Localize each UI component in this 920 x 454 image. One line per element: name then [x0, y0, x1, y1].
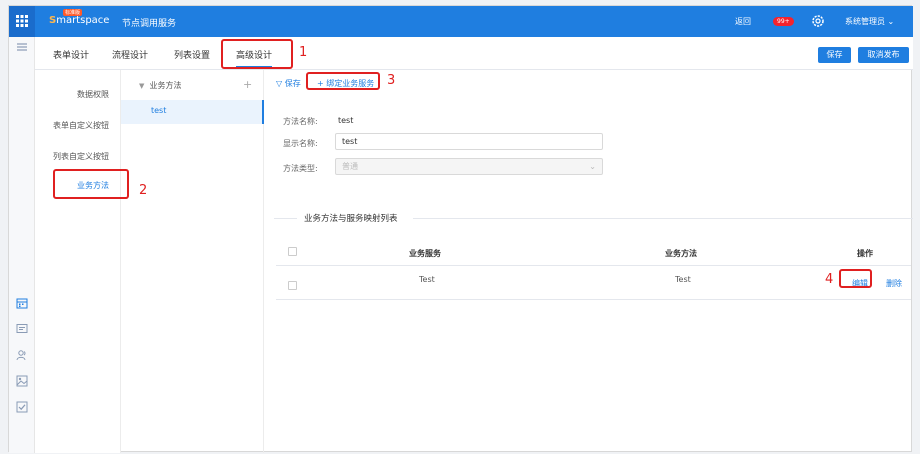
top-bar: Smartspace 标准版 节点调用服务 返回 99+ 系统管理员 ⌄	[9, 6, 913, 37]
message-icon[interactable]	[16, 323, 28, 335]
unpublish-button[interactable]: 取消发布	[858, 47, 909, 63]
row-method-cell: Test	[675, 275, 691, 284]
chevron-down-icon: ⌄	[589, 162, 596, 171]
table-header-divider	[276, 265, 911, 266]
back-link[interactable]: 返回	[735, 16, 751, 27]
method-name-text: test	[151, 106, 167, 115]
filter-icon: ▽	[276, 79, 283, 88]
save-toolbar-button[interactable]: ▽ 保存	[276, 78, 301, 89]
grid-icon	[16, 15, 28, 27]
user-menu[interactable]: 系统管理员 ⌄	[845, 16, 894, 27]
method-type-select: 普通 ⌄	[335, 158, 603, 175]
methods-header-label: 业务方法	[149, 81, 182, 90]
annotation-number-4: 4	[825, 272, 834, 287]
section-divider-left	[274, 218, 297, 219]
advanced-sidebar: 数据权限 表单自定义按钮 列表自定义按钮 业务方法	[35, 70, 121, 453]
notification-badge[interactable]: 99+	[773, 17, 794, 26]
users-icon[interactable]	[16, 349, 28, 361]
column-header-method: 业务方法	[665, 249, 697, 258]
display-name-label: 显示名称:	[283, 139, 318, 148]
tab-list-settings[interactable]: 列表设置	[174, 48, 210, 61]
method-type-label: 方法类型:	[283, 164, 318, 173]
annotation-number-1: 1	[299, 45, 308, 60]
logo: Smartspace 标准版	[49, 9, 110, 26]
method-type-value: 普通	[342, 162, 358, 171]
section-divider-right	[413, 218, 913, 219]
method-name-label: 方法名称:	[283, 117, 318, 126]
menu-icon[interactable]	[16, 41, 28, 53]
app-grid-button[interactable]	[9, 6, 35, 37]
sidebar-item-form-buttons[interactable]: 表单自定义按钮	[35, 120, 121, 131]
delete-link[interactable]: 删除	[886, 278, 902, 289]
column-header-actions: 操作	[857, 249, 873, 258]
save-toolbar-label: 保存	[284, 79, 301, 88]
design-tabs: 表单设计 流程设计 列表设置 高级设计 保存 取消发布	[35, 37, 913, 70]
logo-text: martspace	[56, 15, 110, 26]
display-name-input[interactable]: test	[335, 133, 603, 150]
select-all-checkbox[interactable]	[288, 247, 297, 256]
methods-header[interactable]: ▼ 业务方法	[139, 80, 181, 91]
row-checkbox[interactable]	[288, 281, 297, 290]
method-row-selected[interactable]	[121, 100, 264, 124]
caret-down-icon: ▼	[139, 82, 145, 90]
tab-flow-design[interactable]: 流程设计	[112, 48, 148, 61]
tab-form-design[interactable]: 表单设计	[53, 48, 89, 61]
annotation-number-3: 3	[387, 73, 396, 88]
annotation-box-4	[839, 269, 872, 288]
image-icon[interactable]	[16, 375, 28, 387]
table-row-divider	[276, 299, 911, 300]
calendar-icon[interactable]	[16, 297, 28, 309]
method-name-value: test	[338, 116, 354, 125]
sidebar-item-data-permission[interactable]: 数据权限	[35, 89, 121, 100]
method-detail: ▽ 保存 + 绑定业务服务 方法名称: test 显示名称: test 方法类型…	[264, 70, 913, 453]
add-method-icon[interactable]: +	[243, 78, 252, 91]
save-button[interactable]: 保存	[818, 47, 851, 63]
methods-panel: ▼ 业务方法 + test	[121, 70, 264, 453]
annotation-number-2: 2	[139, 183, 148, 198]
row-service-cell: Test	[419, 275, 435, 284]
gear-icon[interactable]	[811, 14, 825, 28]
mapping-section-title: 业务方法与服务映射列表	[304, 214, 398, 224]
annotation-box-3	[306, 72, 380, 90]
annotation-box-1	[221, 39, 293, 69]
logo-badge: 标准版	[63, 9, 83, 16]
annotation-box-2	[53, 169, 129, 199]
app-window: Smartspace 标准版 节点调用服务 返回 99+ 系统管理员 ⌄ 表单设…	[8, 5, 913, 453]
checkbox-icon[interactable]	[16, 401, 28, 413]
left-rail	[9, 37, 35, 453]
app-title: 节点调用服务	[122, 19, 177, 29]
column-header-service: 业务服务	[409, 249, 441, 258]
sidebar-item-list-buttons[interactable]: 列表自定义按钮	[35, 151, 121, 162]
